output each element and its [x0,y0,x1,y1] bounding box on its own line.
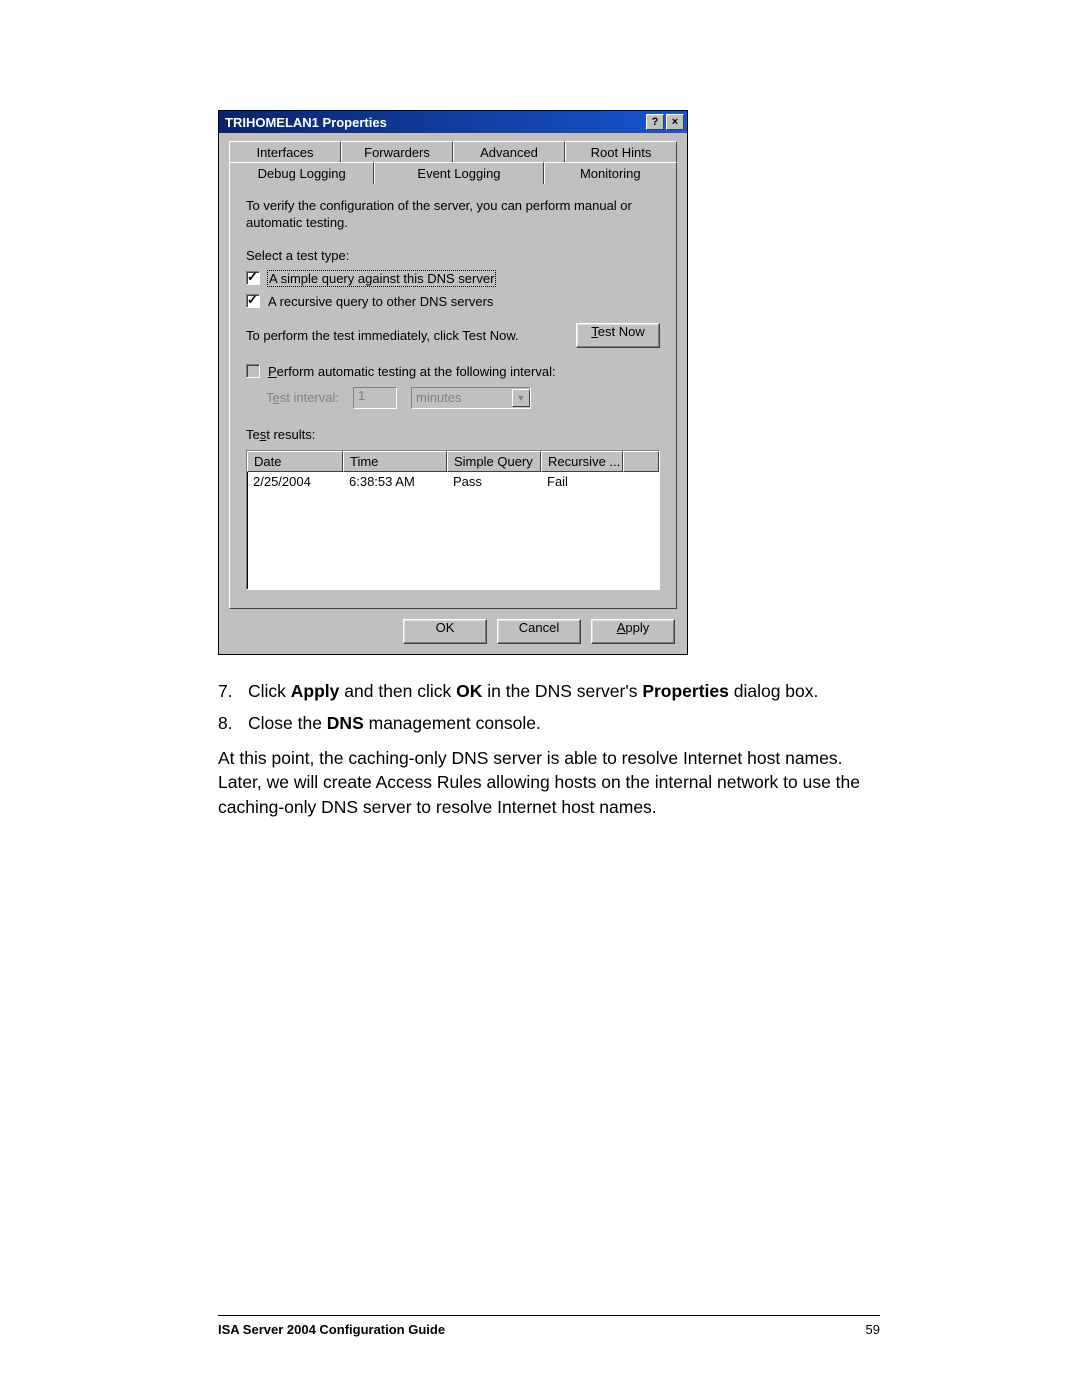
ok-button[interactable]: OK [403,619,487,644]
col-header-fill [623,451,659,472]
col-header-simple[interactable]: Simple Query [447,451,541,472]
properties-dialog: TRIHOMELAN1 Properties ? × Interfaces Fo… [218,110,688,655]
checkbox-simple-query-label: A simple query against this DNS server [268,271,495,286]
tab-monitoring[interactable]: Monitoring [544,162,677,184]
page-footer: ISA Server 2004 Configuration Guide 59 [218,1315,880,1337]
tab-interfaces[interactable]: Interfaces [229,141,341,163]
window-title: TRIHOMELAN1 Properties [225,115,387,130]
apply-button[interactable]: Apply [591,619,675,644]
interval-input[interactable]: 1 [353,387,397,409]
col-header-recursive[interactable]: Recursive ... [541,451,623,472]
footer-title: ISA Server 2004 Configuration Guide [218,1322,445,1337]
tab-panel-monitoring: To verify the configuration of the serve… [229,183,677,609]
checkbox-automatic-testing-label: Perform automatic testing at the followi… [268,364,556,379]
checkbox-automatic-testing[interactable] [246,364,260,378]
titlebar: TRIHOMELAN1 Properties ? × [219,111,687,133]
col-header-date[interactable]: Date [247,451,343,472]
page-number: 59 [866,1322,880,1337]
test-interval-label: Test interval: [266,390,339,405]
help-icon[interactable]: ? [646,114,664,130]
list-item: 7. Click Apply and then click OK in the … [218,679,880,704]
tab-debug-logging[interactable]: Debug Logging [229,162,374,184]
tab-event-logging[interactable]: Event Logging [374,162,543,184]
chevron-down-icon[interactable]: ▼ [512,389,530,407]
perform-test-label: To perform the test immediately, click T… [246,328,519,343]
interval-units-dropdown[interactable]: minutes ▼ [411,387,531,409]
document-body: 7. Click Apply and then click OK in the … [218,679,880,820]
paragraph: At this point, the caching-only DNS serv… [218,746,880,820]
test-now-button[interactable]: Test Now [576,323,660,348]
checkbox-simple-query[interactable] [246,271,260,285]
checkbox-recursive-query-label: A recursive query to other DNS servers [268,294,493,309]
col-header-time[interactable]: Time [343,451,447,472]
tab-advanced[interactable]: Advanced [453,141,565,163]
checkbox-recursive-query[interactable] [246,294,260,308]
test-results-label: Test results: [246,427,660,442]
tab-forwarders[interactable]: Forwarders [341,141,453,163]
description-text: To verify the configuration of the serve… [246,198,660,232]
list-item: 8. Close the DNS management console. [218,711,880,736]
tab-root-hints[interactable]: Root Hints [565,141,677,163]
results-table: Date Time Simple Query Recursive ... 2/2… [246,450,660,590]
select-test-type-label: Select a test type: [246,248,660,263]
table-row[interactable]: 2/25/2004 6:38:53 AM Pass Fail [247,472,659,491]
close-icon[interactable]: × [666,114,684,130]
cancel-button[interactable]: Cancel [497,619,581,644]
